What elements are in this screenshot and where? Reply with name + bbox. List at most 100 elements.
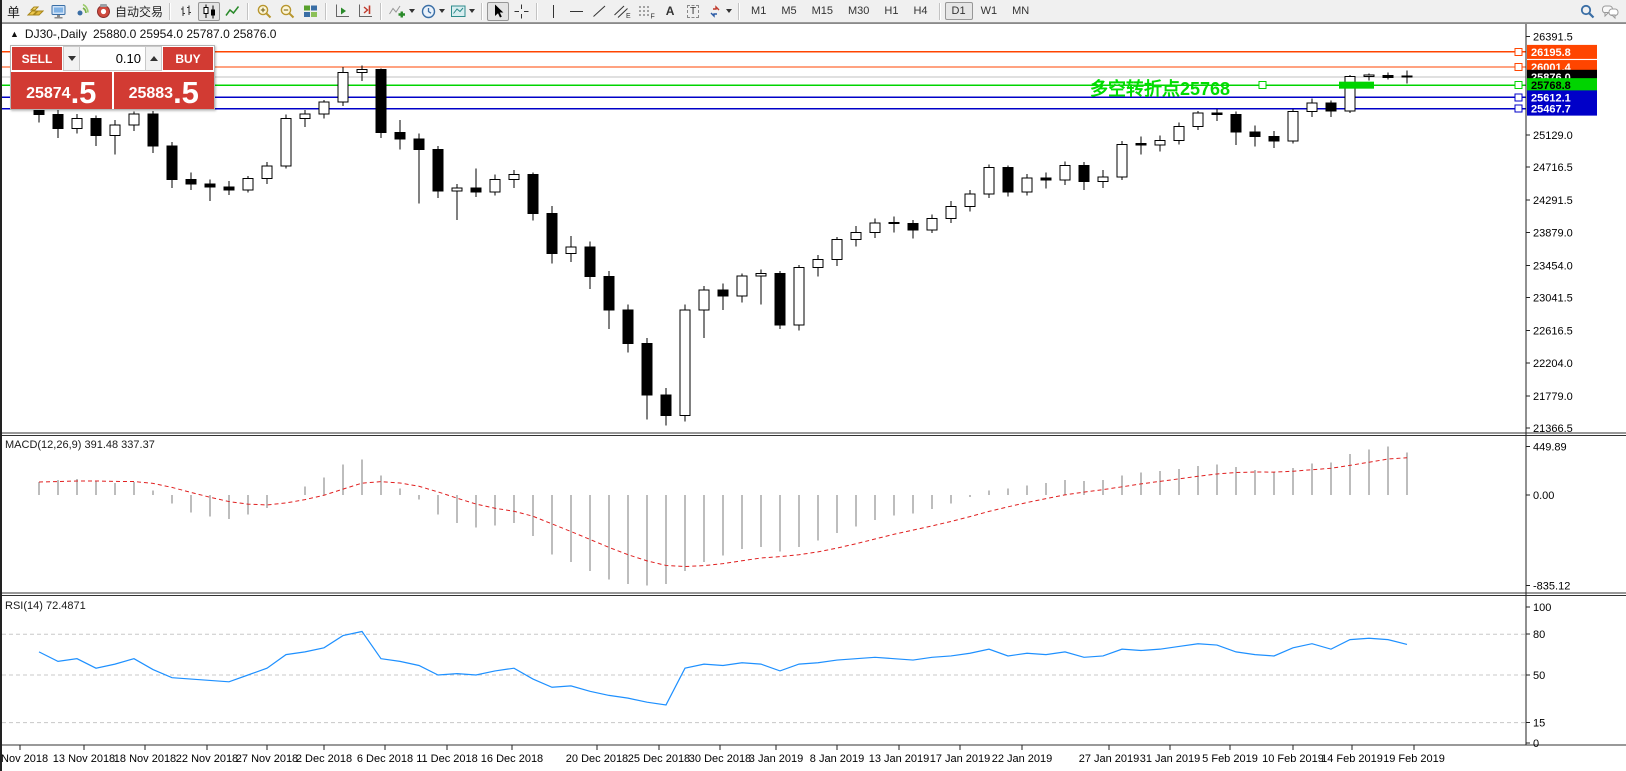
timeframe-M1[interactable]: M1	[744, 2, 773, 20]
price-axis-label: 21366.5	[1533, 423, 1573, 435]
candle	[851, 232, 861, 239]
candle	[186, 179, 196, 184]
buy-price-button[interactable]: 25883.5	[114, 72, 215, 109]
gold-chart-button[interactable]	[24, 2, 46, 21]
cursor-icon	[490, 3, 507, 20]
timeframe-H1[interactable]: H1	[877, 2, 905, 20]
timeframe-H4[interactable]: H4	[906, 2, 934, 20]
chart-shift-icon	[357, 3, 374, 20]
candle	[395, 133, 405, 139]
sell-price-button[interactable]: 25874.5	[11, 72, 112, 109]
candle	[794, 267, 804, 325]
volume-increase-button[interactable]	[145, 46, 162, 71]
candle	[661, 395, 671, 415]
autotrading-button[interactable]: 自动交易	[93, 2, 165, 21]
zoom-out-icon	[279, 3, 296, 20]
indicators-icon	[388, 3, 407, 20]
timeframe-M15[interactable]: M15	[805, 2, 840, 20]
chart-title: ▲ DJ30-,Daily 25880.0 25954.0 25787.0 25…	[10, 27, 276, 41]
line-handle[interactable]	[1515, 82, 1522, 89]
timeframe-M5[interactable]: M5	[774, 2, 803, 20]
collapse-panel-icon[interactable]: ▲	[10, 29, 19, 39]
volume-decrease-button[interactable]	[63, 46, 80, 71]
autotrade-icon	[95, 3, 112, 20]
bar-chart-button[interactable]	[175, 2, 197, 21]
auto-scroll-button[interactable]	[331, 2, 353, 21]
chat-button[interactable]	[1599, 2, 1622, 21]
date-label: 14 Feb 2019	[1321, 753, 1383, 765]
line-handle[interactable]	[1515, 105, 1522, 112]
text-button[interactable]: A	[659, 2, 681, 21]
candle	[1098, 177, 1108, 182]
price-axis-label: 22204.0	[1533, 358, 1573, 370]
rsi-axis-label: 50	[1533, 670, 1545, 682]
macd-axis-label: -835.12	[1533, 580, 1570, 592]
equidistant-channel-button[interactable]: E	[611, 2, 634, 21]
search-button[interactable]	[1576, 2, 1598, 21]
candle	[490, 179, 500, 191]
selected-trendline-segment[interactable]	[1339, 82, 1374, 89]
date-label: 13 Jan 2019	[869, 753, 930, 765]
zoom-in-button[interactable]	[253, 2, 275, 21]
zoom-out-button[interactable]	[276, 2, 298, 21]
text-label-button[interactable]: T	[682, 2, 704, 21]
clock-icon	[420, 3, 437, 20]
buy-button[interactable]: BUY	[162, 46, 214, 71]
cursor-button[interactable]	[487, 2, 509, 21]
sell-price-fraction: .5	[71, 79, 97, 107]
date-label: 30 Dec 2018	[689, 753, 751, 765]
timeframe-D1[interactable]: D1	[945, 2, 973, 20]
horizontal-line-button[interactable]	[565, 2, 587, 21]
candle	[1345, 76, 1355, 110]
candle	[1250, 132, 1260, 137]
chart-canvas[interactable]: 多空转折点2576826391.525129.024716.524291.523…	[2, 0, 1626, 771]
timeframe-MN[interactable]: MN	[1005, 2, 1036, 20]
annotation-text: 多空转折点25768	[1090, 78, 1230, 99]
indicators-button[interactable]	[386, 2, 417, 21]
crosshair-button[interactable]	[510, 2, 532, 21]
candle	[338, 73, 348, 103]
volume-input[interactable]	[80, 46, 145, 71]
date-label: 27 Nov 2018	[236, 753, 298, 765]
date-label: 5 Feb 2019	[1202, 753, 1258, 765]
order-button[interactable]: 单	[4, 2, 23, 21]
timeframe-W1[interactable]: W1	[974, 2, 1005, 20]
trendline-button[interactable]	[588, 2, 610, 21]
candle	[1231, 115, 1241, 132]
timeframe-M30[interactable]: M30	[841, 2, 876, 20]
toolbar-separator	[380, 3, 382, 20]
date-label: 8 Jan 2019	[810, 753, 864, 765]
date-label: 16 Dec 2018	[481, 753, 543, 765]
line-handle[interactable]	[1515, 64, 1522, 71]
candle	[1117, 144, 1127, 177]
candle	[870, 223, 880, 232]
candlestick-chart-button[interactable]	[198, 2, 220, 21]
toolbar-separator	[939, 3, 941, 20]
sell-button[interactable]: SELL	[11, 46, 63, 71]
candle	[1041, 178, 1051, 180]
chart-shift-button[interactable]	[354, 2, 376, 21]
line-handle[interactable]	[1515, 94, 1522, 101]
vertical-line-button[interactable]	[542, 2, 564, 21]
arrows-button[interactable]	[705, 2, 734, 21]
price-axis-label: 22616.5	[1533, 326, 1573, 338]
date-label: 11 Dec 2018	[416, 753, 478, 765]
fibonacci-button[interactable]: F	[635, 2, 658, 21]
vertical-line-icon	[545, 3, 562, 20]
candle	[585, 247, 595, 277]
rsi-axis-label: 0	[1533, 738, 1539, 750]
templates-button[interactable]	[448, 2, 477, 21]
periods-button[interactable]	[418, 2, 447, 21]
tile-windows-button[interactable]	[299, 2, 321, 21]
trendline-handle[interactable]	[1259, 82, 1266, 89]
price-axis-label: 23041.5	[1533, 293, 1573, 305]
date-label: 13 Nov 2018	[53, 753, 115, 765]
line-handle[interactable]	[1515, 48, 1522, 55]
terminal-button[interactable]	[47, 2, 69, 21]
signals-button[interactable]	[70, 2, 92, 21]
line-chart-button[interactable]	[221, 2, 243, 21]
crosshair-icon	[513, 3, 530, 20]
candle	[718, 290, 728, 296]
toolbar-separator	[169, 3, 171, 20]
auto-scroll-icon	[334, 3, 351, 20]
